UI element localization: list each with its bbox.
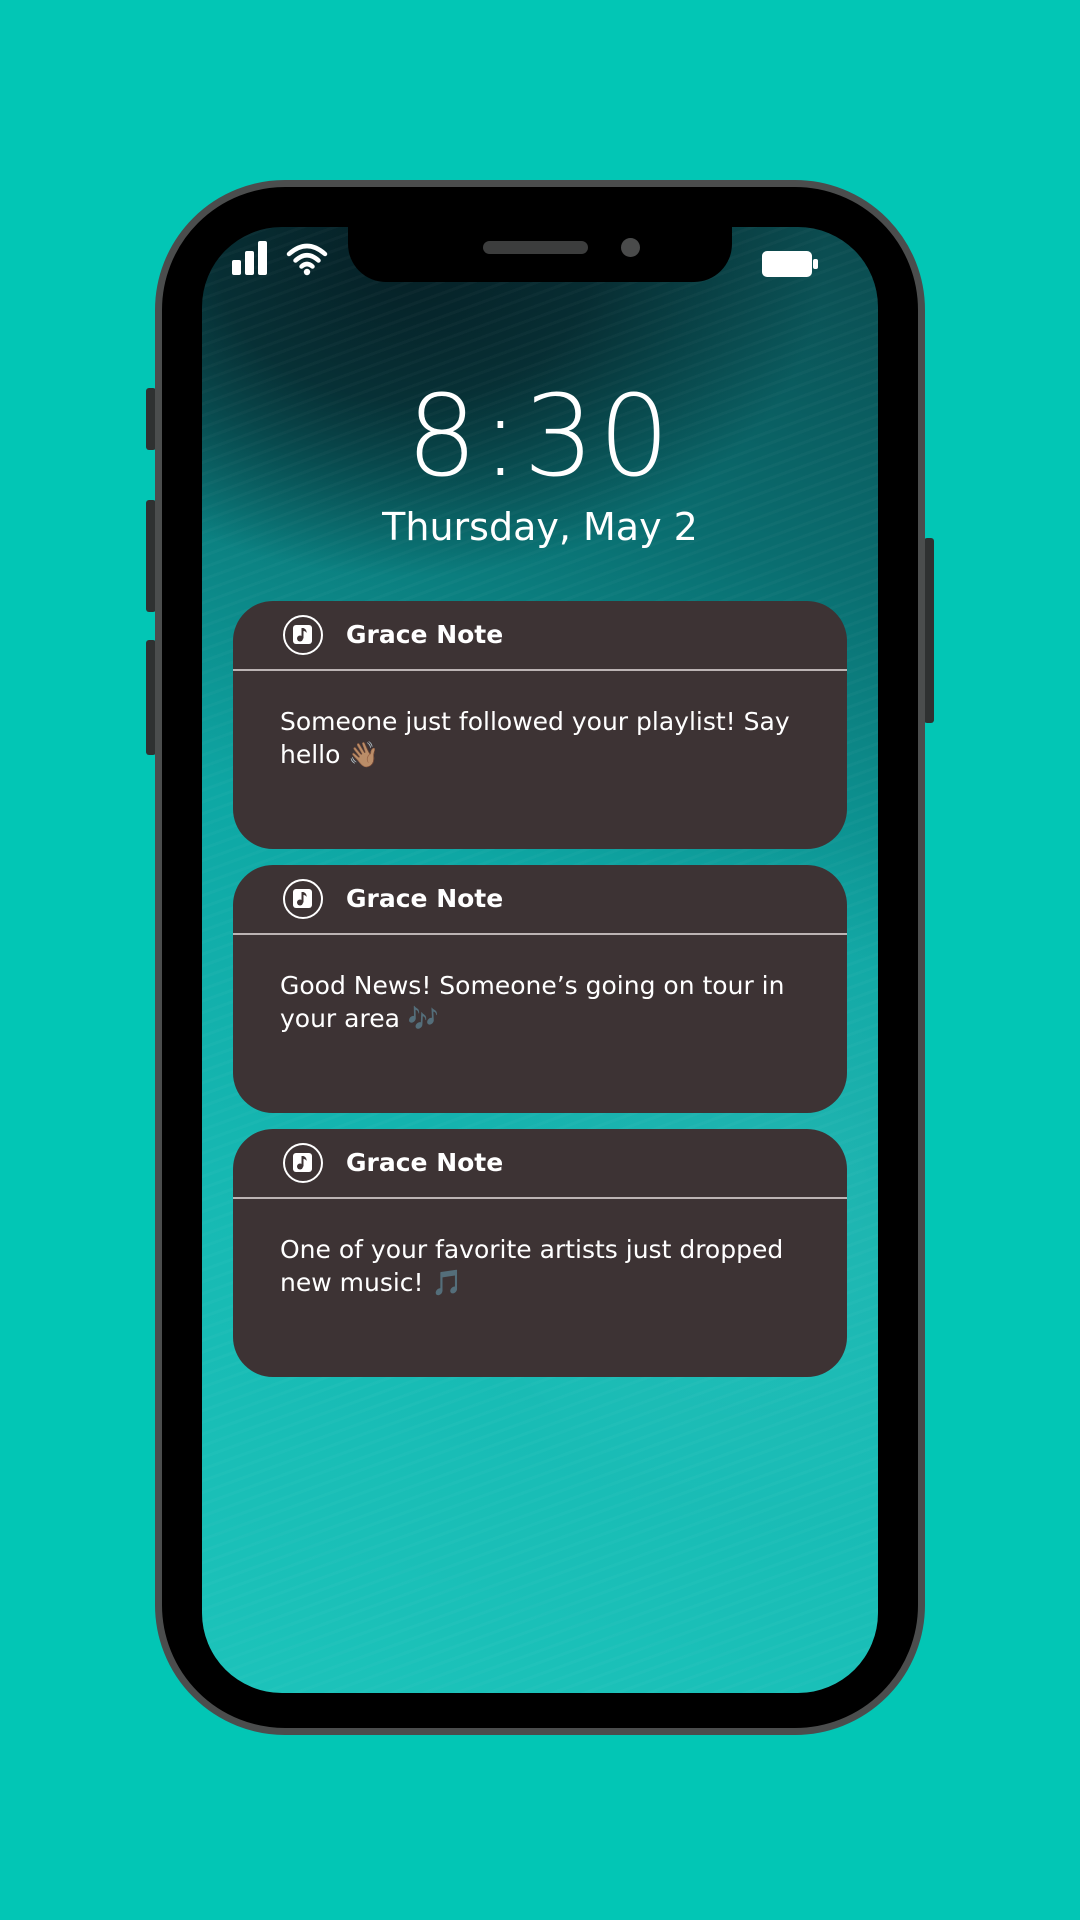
lock-screen-date: Thursday, May 2 (382, 505, 698, 549)
notification-message: Someone just followed your playlist! Say… (280, 707, 790, 769)
notification-app-name: Grace Note (346, 620, 504, 649)
cellular-signal-icon (232, 241, 267, 275)
speaker-grille (483, 241, 588, 254)
notification-app-name: Grace Note (346, 884, 504, 913)
lock-screen-time: 8:30 (406, 372, 674, 502)
notification-header: Grace Note (233, 1129, 847, 1199)
notification-message: Good News! Someone’s going on tour in yo… (280, 971, 785, 1033)
battery-icon (762, 251, 818, 277)
wifi-icon (286, 243, 328, 276)
music-note-icon (283, 879, 323, 919)
notification-card[interactable]: Grace Note One of your favorite artists … (233, 1129, 847, 1377)
notification-header: Grace Note (233, 865, 847, 935)
notification-header: Grace Note (233, 601, 847, 671)
notification-app-name: Grace Note (346, 1148, 504, 1177)
music-note-icon (283, 615, 323, 655)
notification-card[interactable]: Grace Note Someone just followed your pl… (233, 601, 847, 849)
music-note-icon (283, 1143, 323, 1183)
notification-message: One of your favorite artists just droppe… (280, 1235, 784, 1297)
front-camera (621, 238, 640, 257)
power-button[interactable] (924, 538, 934, 723)
notification-card[interactable]: Grace Note Good News! Someone’s going on… (233, 865, 847, 1113)
notch (348, 227, 732, 282)
